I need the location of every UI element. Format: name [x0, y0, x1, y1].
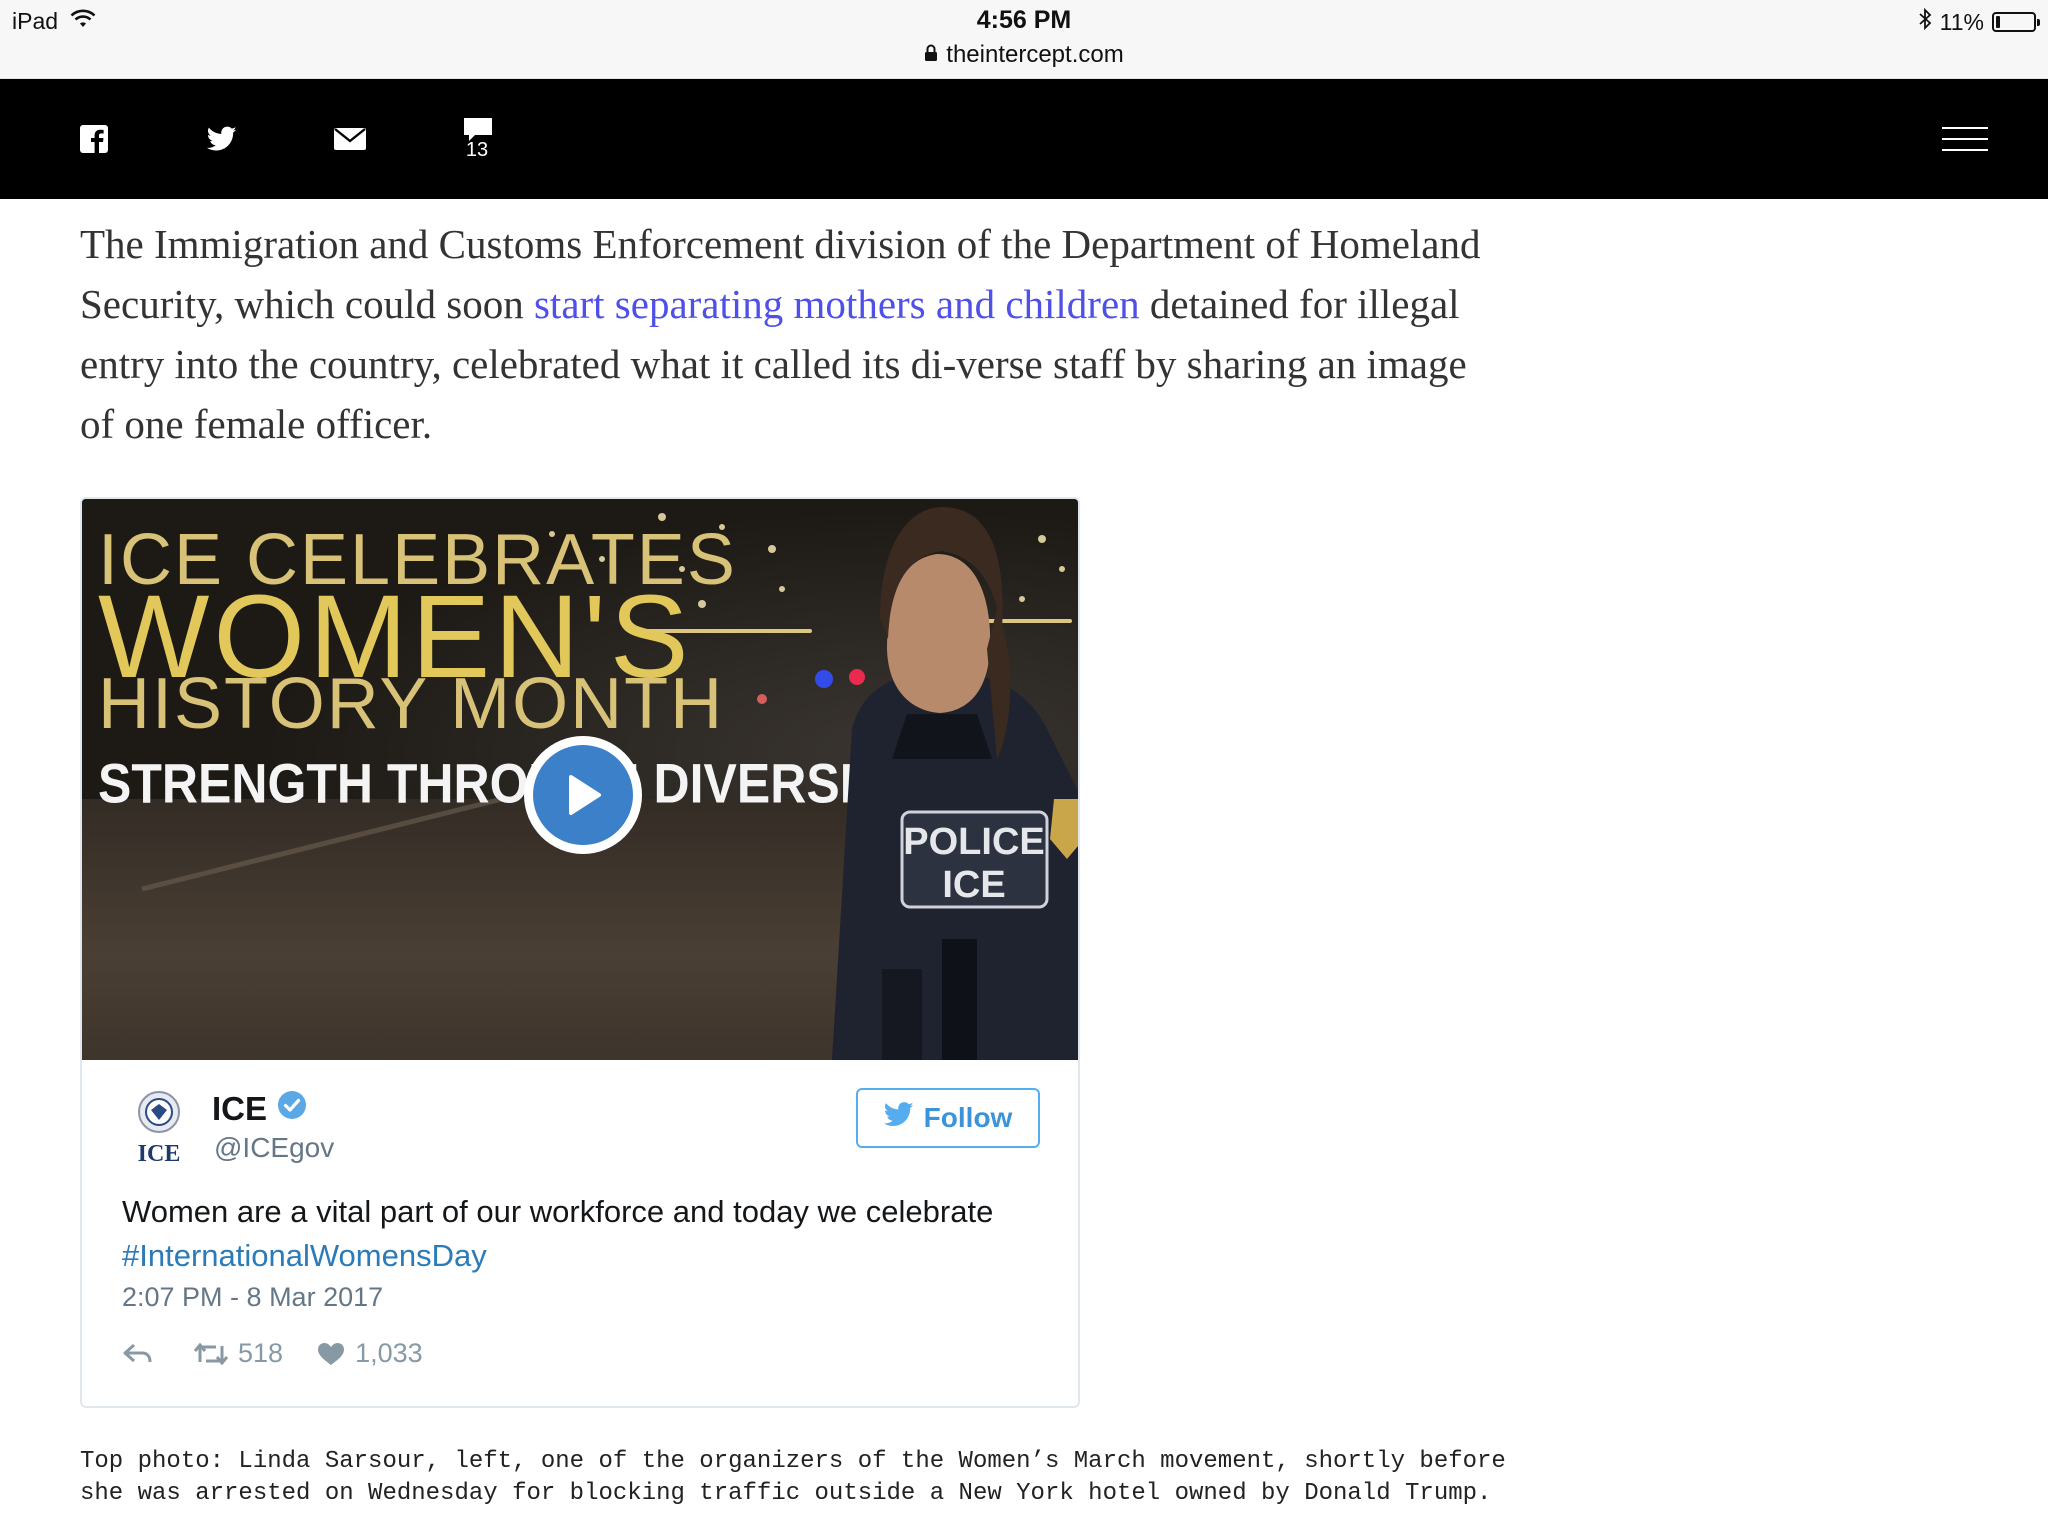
- lock-icon: [924, 41, 938, 69]
- account-name-text: ICE: [212, 1090, 268, 1127]
- twitter-icon[interactable]: [202, 119, 242, 159]
- tweet-video[interactable]: ICE CELEBRATES WOMEN'S HISTORY MONTH STR…: [82, 499, 1078, 1060]
- retweet-count: 518: [238, 1338, 284, 1368]
- tweet-text: Women are a vital part of our workforce …: [122, 1190, 1042, 1278]
- tweet-body: ICE ICE @ICEgov Follow Women are a vital…: [82, 1060, 1078, 1406]
- play-icon: [533, 745, 633, 845]
- reply-button[interactable]: [122, 1342, 154, 1366]
- tweet-hashtag[interactable]: #InternationalWomensDay: [122, 1238, 487, 1273]
- battery-level: [1996, 16, 2000, 28]
- ios-status-bar: iPad 4:56 PM theintercept.com 11%: [0, 0, 2048, 79]
- account-handle[interactable]: @ICEgov: [214, 1132, 334, 1164]
- embedded-tweet: ICE CELEBRATES WOMEN'S HISTORY MONTH STR…: [80, 497, 1080, 1408]
- menu-icon[interactable]: [1942, 127, 1988, 151]
- reply-icon: [123, 1343, 152, 1362]
- battery-percent: 11%: [1939, 8, 1984, 35]
- status-right: 11%: [1918, 7, 2040, 36]
- twitter-bird-icon: [883, 1102, 914, 1134]
- email-icon[interactable]: [330, 119, 370, 159]
- url-text: theintercept.com: [946, 41, 1124, 68]
- follow-label: Follow: [923, 1102, 1013, 1133]
- heart-icon: [318, 1342, 345, 1365]
- like-button[interactable]: 1,033: [317, 1338, 423, 1369]
- photo-caption: Top photo: Linda Sarsour, left, one of t…: [80, 1448, 1506, 1507]
- retweet-icon: [194, 1342, 228, 1365]
- retweet-button[interactable]: 518: [194, 1338, 283, 1369]
- article-paragraph: The Immigration and Customs Enforcement …: [80, 214, 1500, 454]
- tweet-actions: 518 1,033: [122, 1338, 457, 1369]
- tweet-text-body: Women are a vital part of our workforce …: [122, 1194, 994, 1229]
- play-button[interactable]: [524, 736, 642, 854]
- bluetooth-icon: [1918, 7, 1932, 36]
- share-toolbar: 13: [0, 79, 2048, 199]
- tweet-timestamp[interactable]: 2:07 PM - 8 Mar 2017: [122, 1282, 383, 1313]
- follow-button[interactable]: Follow: [856, 1088, 1040, 1148]
- menu-line: [1942, 138, 1988, 140]
- verified-badge-icon: [277, 1090, 307, 1128]
- battery-icon: [1992, 12, 2040, 32]
- menu-line: [1942, 127, 1988, 129]
- dhs-seal-icon: [138, 1091, 180, 1133]
- facebook-icon[interactable]: [74, 119, 114, 159]
- video-title-line3: HISTORY MONTH: [98, 664, 725, 744]
- vest-text-police: POLICE: [903, 821, 1044, 863]
- menu-line: [1942, 149, 1988, 151]
- avatar-label: ICE: [137, 1141, 181, 1167]
- like-count: 1,033: [355, 1338, 423, 1368]
- officer-illustration: POLICE ICE: [832, 507, 1078, 1060]
- vest-text-ice: ICE: [942, 864, 1005, 906]
- article-link[interactable]: start separating mothers and children: [534, 281, 1140, 327]
- address-bar[interactable]: theintercept.com: [0, 41, 2048, 69]
- account-avatar[interactable]: ICE: [134, 1090, 184, 1168]
- account-name[interactable]: ICE: [212, 1090, 307, 1128]
- comment-count[interactable]: 13: [452, 139, 502, 162]
- clock: 4:56 PM: [976, 6, 1072, 34]
